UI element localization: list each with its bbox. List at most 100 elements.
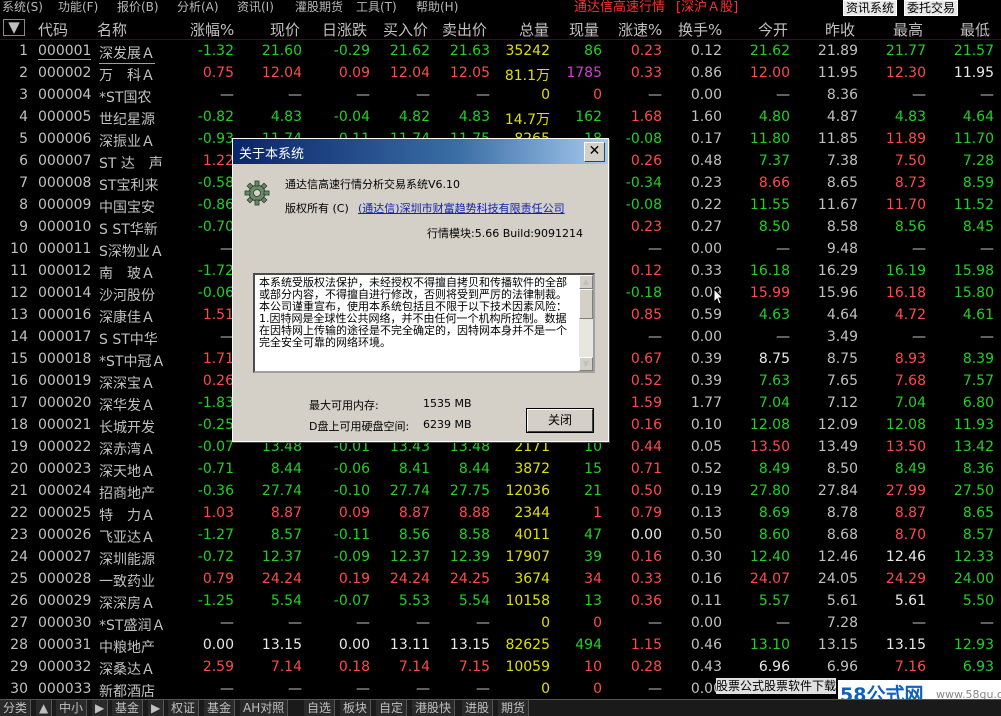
table-row[interactable]: 26 000029 深深房Ａ -1.25 5.54 -0.07 5.53 5.54 10158 1… [0,590,1001,612]
prev-close: 4.87 [826,109,858,125]
current-vol: 21 [584,483,602,499]
col-ask[interactable]: 卖出价 [442,19,487,40]
chg-pct: 0.75 [202,65,234,81]
scroll-up-icon[interactable]: ▲ [579,275,593,289]
bottom-tab[interactable]: ▲ [36,700,53,716]
high: 16.19 [885,263,926,279]
textbox-scrollbar[interactable]: ▲ ▼ [579,275,593,371]
low: 8.57 [962,527,994,543]
col-chg[interactable]: 日涨跌 [322,19,367,40]
open: 24.07 [749,571,790,587]
speed: -0.08 [625,197,662,213]
table-row[interactable]: 2 000002 万 科Ａ 0.75 12.04 0.09 12.04 12.05 81.1万 1… [0,62,1001,84]
row-number: 27 [10,615,28,631]
bottom-tab[interactable]: 分类 [0,700,32,716]
table-row[interactable]: 24 000027 深圳能源 -0.72 12.37 -0.09 12.37 12.39 179… [0,546,1001,568]
bottom-tab[interactable]: AH对照 [240,700,289,716]
prev-close: 24.05 [817,571,858,587]
bottom-tab[interactable]: 权证 [168,700,200,716]
license-textbox[interactable]: 本系统受版权法保护，未经授权不得擅自拷贝和传播软件的全部或部分内容，不得擅自进行… [253,273,595,373]
col-chg-pct[interactable]: 涨幅% [190,19,234,40]
volume: 0 [541,615,550,631]
table-row[interactable]: 25 000028 一致药业 0.79 24.24 0.19 24.24 24.25 3674 3… [0,568,1001,590]
col-prev-close[interactable]: 昨收 [825,19,855,40]
menu-info[interactable]: 资讯(I) [237,0,274,14]
trade-button[interactable]: 委托交易 [904,0,959,16]
table-row[interactable]: 23 000026 飞亚达Ａ -1.27 8.57 -0.11 8.56 8.58 4011 47… [0,524,1001,546]
speed: 0.28 [630,659,662,675]
stock-name: 深圳能源 [99,552,155,568]
bottom-tab[interactable]: ▶ [92,700,109,716]
table-row[interactable]: 20 000023 深天地Ａ -0.71 8.44 -0.06 8.41 8.44 3872 15… [0,458,1001,480]
open: 8.66 [758,175,790,191]
bid: 8.87 [398,505,430,521]
menu-help[interactable]: 帮助(H) [416,0,458,14]
table-row[interactable]: 27 000030 *ST盛润Ａ — — — — — 0 0 — 0.00 — 7.28 — — [0,612,1001,634]
col-current-vol[interactable]: 现量 [569,19,599,40]
sort-dropdown-icon[interactable]: ▼ [3,19,25,36]
bottom-tab[interactable]: 期货 [498,700,530,716]
price: — [288,87,302,103]
col-price[interactable]: 现价 [270,19,300,40]
speed: — [648,87,662,103]
menu-analysis[interactable]: 分析(A) [177,0,219,14]
menu-quote[interactable]: 报价(B) [117,0,159,14]
code: 000014 [38,285,92,301]
company-link[interactable]: (通达信)深圳市财富趋势科技有限责任公司 [358,200,565,216]
table-row[interactable]: 29 000032 深桑达Ａ 2.59 7.14 0.18 7.14 7.15 10059 10 0… [0,656,1001,678]
col-volume[interactable]: 总量 [519,19,549,40]
bottom-tab[interactable]: 基金 [204,700,236,716]
bottom-tab[interactable]: 自选 [304,700,336,716]
stock-name: S深物业Ａ [99,244,164,260]
menu-function[interactable]: 功能(F) [58,0,98,14]
price: 24.24 [261,571,302,587]
bottom-tab[interactable]: 基金 [112,700,144,716]
high: 8.70 [894,527,926,543]
table-row[interactable]: 21 000024 招商地产 -0.36 27.74 -0.10 27.74 27.75 120… [0,480,1001,502]
bottom-tab[interactable]: 中小 [56,700,88,716]
close-button[interactable]: 关闭 [526,408,594,433]
col-low[interactable]: 最低 [960,19,990,40]
col-speed[interactable]: 涨速% [618,19,662,40]
menu-system[interactable]: 系统(S) [2,0,43,14]
col-open[interactable]: 今开 [758,19,788,40]
current-vol: 0 [593,681,602,697]
table-row[interactable]: 22 000025 特 力Ａ 1.03 8.87 0.09 8.87 8.88 2344 1 0.7… [0,502,1001,524]
col-turnover[interactable]: 换手% [678,19,722,40]
table-row[interactable]: 28 000031 中粮地产 0.00 13.15 0.00 13.11 13.15 82625… [0,634,1001,656]
scroll-thumb[interactable] [579,289,593,319]
table-row[interactable]: 1 000001 深发展Ａ -1.32 21.60 -0.29 21.62 21.63 3524… [0,40,1001,64]
bid: 27.74 [389,483,430,499]
stock-name: 特 力Ａ [99,508,155,524]
table-row[interactable]: 4 000005 世纪星源 -0.82 4.83 -0.04 4.82 4.83 14.7万 16… [0,106,1001,128]
dialog-close-icon[interactable]: ✕ [584,142,605,162]
current-vol: 494 [575,637,602,653]
prev-close: 8.78 [826,505,858,521]
turnover: 0.13 [690,505,722,521]
row-number: 23 [10,527,28,543]
info-system-button[interactable]: 资讯系统 [843,0,898,16]
scroll-down-icon[interactable]: ▼ [579,357,593,371]
col-name[interactable]: 名称 [97,19,127,40]
table-row[interactable]: 3 000004 *ST国农 — — — — — 0 0 — 0.00 — 8.36 — — [0,84,1001,106]
col-bid[interactable]: 买入价 [383,19,428,40]
turnover: 0.22 [690,197,722,213]
price: 8.57 [270,527,302,543]
bottom-tab[interactable]: 港股快 [412,700,456,716]
high: 8.73 [894,175,926,191]
bottom-tab[interactable]: 自定 [376,700,408,716]
dialog-titlebar[interactable]: 关于本系统 ✕ [233,139,608,164]
bottom-tab[interactable]: 板块 [340,700,372,716]
menu-futures[interactable]: 灌股期货 [295,0,343,14]
open: 4.80 [758,109,790,125]
col-high[interactable]: 最高 [893,19,923,40]
turnover: 0.39 [690,351,722,367]
bottom-tab[interactable]: 进股 [462,700,494,716]
menu-tools[interactable]: 工具(T) [356,0,397,14]
ad-banner[interactable]: 股票公式股票软件下载 [716,678,836,694]
current-vol: 13 [584,593,602,609]
col-code[interactable]: 代码 [38,19,68,40]
bottom-tab[interactable]: ▶ [148,700,165,716]
low: — [980,87,994,103]
open: 5.57 [758,593,790,609]
